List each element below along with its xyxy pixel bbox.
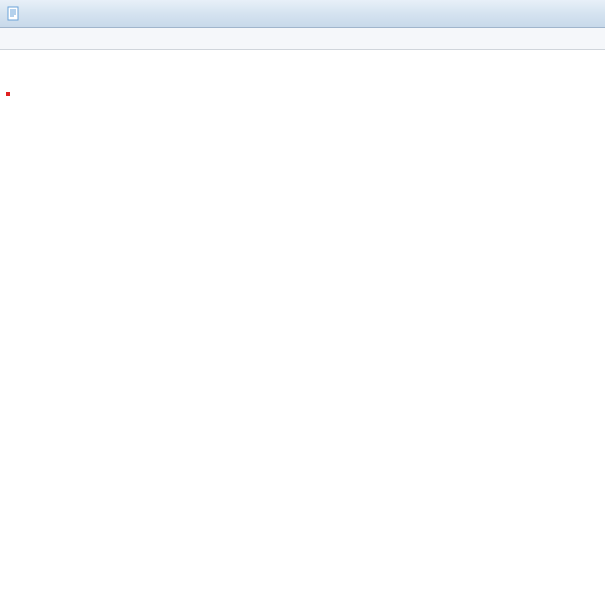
menu-help[interactable] — [68, 37, 84, 41]
menu-view[interactable] — [52, 37, 68, 41]
text-editor-content[interactable] — [0, 50, 605, 602]
menu-edit[interactable] — [20, 37, 36, 41]
menu-format[interactable] — [36, 37, 52, 41]
notepad-icon — [6, 6, 22, 22]
highlight-box — [6, 92, 10, 96]
menu-file[interactable] — [4, 37, 20, 41]
menubar — [0, 28, 605, 50]
window-titlebar — [0, 0, 605, 28]
